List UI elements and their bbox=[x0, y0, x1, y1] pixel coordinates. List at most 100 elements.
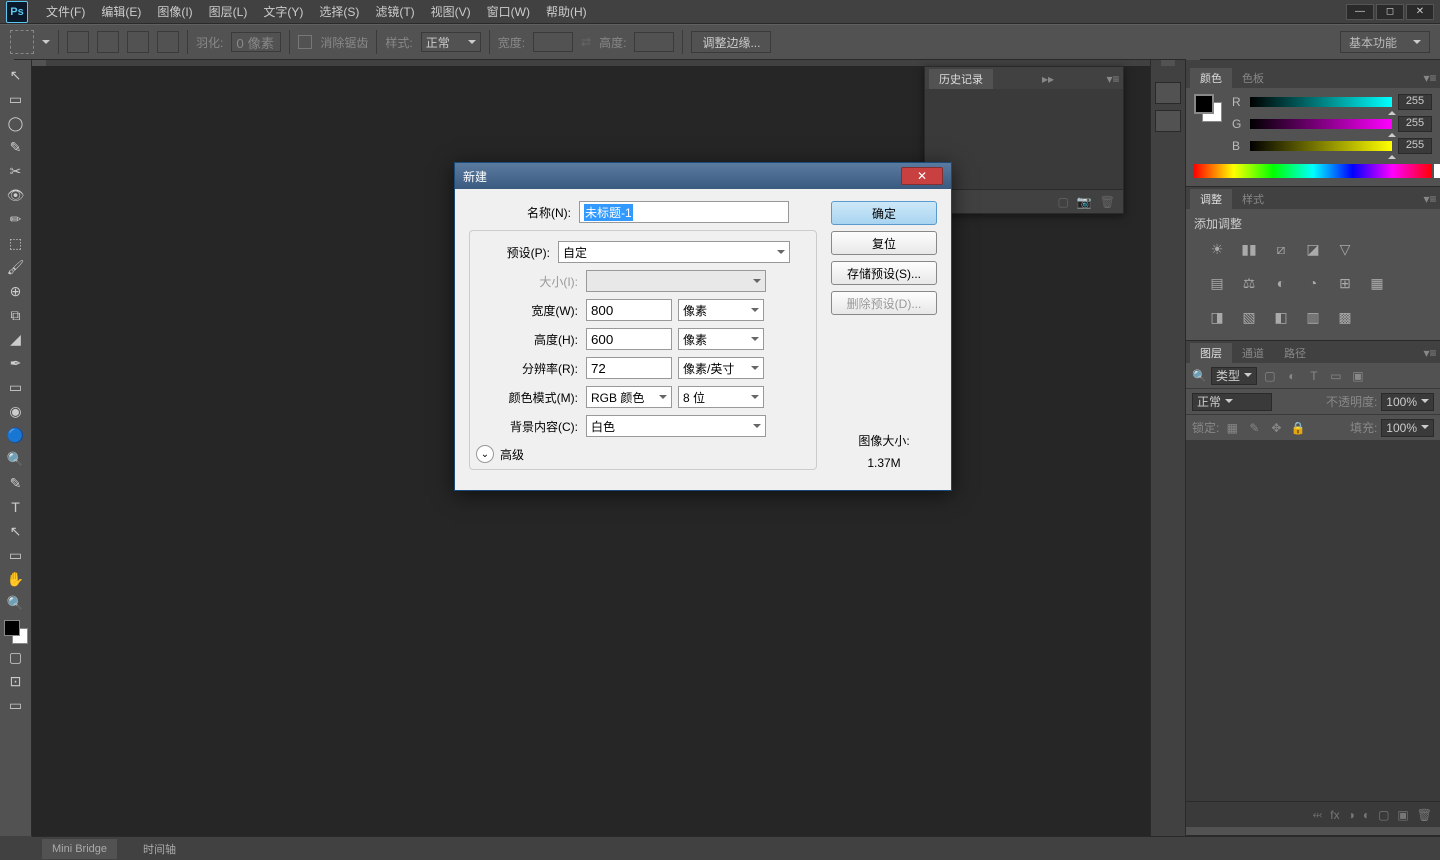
mode-button[interactable]: ⊡ bbox=[4, 670, 28, 692]
spectrum-bar[interactable] bbox=[1194, 164, 1432, 178]
mode-select[interactable]: RGB 颜色 bbox=[586, 386, 672, 408]
trash-icon[interactable]: 🗑 bbox=[1417, 808, 1432, 822]
exposure-icon[interactable]: ◪ bbox=[1302, 240, 1324, 258]
minibridge-tab[interactable]: Mini Bridge bbox=[42, 839, 117, 859]
ok-button[interactable]: 确定 bbox=[831, 201, 937, 225]
tool-button[interactable]: ▭ bbox=[4, 376, 28, 398]
expand-tab[interactable] bbox=[32, 60, 46, 66]
tool-button[interactable]: ◉ bbox=[4, 400, 28, 422]
close-button[interactable]: ✕ bbox=[1406, 4, 1434, 20]
opacity-input[interactable]: 100% bbox=[1381, 393, 1434, 411]
advanced-toggle[interactable]: ⌄ bbox=[476, 445, 494, 463]
vibrance-icon[interactable]: ▽ bbox=[1334, 240, 1356, 258]
menu-item[interactable]: 编辑(E) bbox=[93, 3, 149, 20]
style-select[interactable]: 正常 bbox=[421, 32, 481, 52]
r-slider[interactable] bbox=[1250, 97, 1392, 107]
menu-item[interactable]: 选择(S) bbox=[311, 3, 367, 20]
tool-button[interactable]: ✏ bbox=[4, 208, 28, 230]
expand-tab[interactable] bbox=[0, 54, 14, 60]
tab-color[interactable]: 颜色 bbox=[1190, 68, 1232, 88]
tool-button[interactable]: ◢ bbox=[4, 328, 28, 350]
tool-button[interactable]: 🔵 bbox=[4, 424, 28, 446]
timeline-tab[interactable]: 时间轴 bbox=[133, 839, 186, 859]
group-icon[interactable]: ▢ bbox=[1378, 808, 1389, 822]
collapse-icon[interactable]: ▸▸ bbox=[1038, 69, 1058, 89]
b-slider[interactable] bbox=[1250, 141, 1392, 151]
panel-menu-icon[interactable]: ▾≡ bbox=[1103, 69, 1123, 89]
tool-button[interactable]: 🔍 bbox=[4, 448, 28, 470]
b-value[interactable]: 255 bbox=[1398, 138, 1432, 154]
resolution-input[interactable] bbox=[586, 357, 672, 379]
dialog-titlebar[interactable]: 新建 ✕ bbox=[455, 163, 951, 189]
height-input[interactable] bbox=[586, 328, 672, 350]
panel-menu-icon[interactable]: ▾≡ bbox=[1420, 343, 1440, 363]
brightness-icon[interactable]: ☀ bbox=[1206, 240, 1228, 258]
expand-tab[interactable] bbox=[1186, 54, 1200, 60]
refine-edge-button[interactable]: 调整边缘... bbox=[691, 31, 771, 53]
add-selection-icon[interactable] bbox=[97, 31, 119, 53]
adjustment-layer-icon[interactable]: ◐ bbox=[1363, 808, 1370, 822]
levels-icon[interactable]: ▮▮ bbox=[1238, 240, 1260, 258]
preset-select[interactable]: 自定 bbox=[558, 241, 790, 263]
save-preset-button[interactable]: 存储预设(S)... bbox=[831, 261, 937, 285]
width-input[interactable] bbox=[586, 299, 672, 321]
tab-layers[interactable]: 图层 bbox=[1190, 343, 1232, 363]
menu-item[interactable]: 文字(Y) bbox=[255, 3, 311, 20]
new-layer-icon[interactable]: ▣ bbox=[1397, 808, 1408, 822]
bg-select[interactable]: 白色 bbox=[586, 415, 766, 437]
menu-item[interactable]: 图像(I) bbox=[149, 3, 200, 20]
tool-button[interactable]: 👁 bbox=[4, 184, 28, 206]
panel-menu-icon[interactable]: ▾≡ bbox=[1420, 189, 1440, 209]
tool-button[interactable]: 🖌 bbox=[4, 256, 28, 278]
tool-button[interactable]: ⬚ bbox=[4, 232, 28, 254]
menu-item[interactable]: 图层(L) bbox=[201, 3, 256, 20]
menu-item[interactable]: 滤镜(T) bbox=[367, 3, 422, 20]
tool-button[interactable]: ⧉ bbox=[4, 304, 28, 326]
menu-item[interactable]: 帮助(H) bbox=[538, 3, 595, 20]
tool-button[interactable]: ✎ bbox=[4, 472, 28, 494]
posterize-icon[interactable]: ▧ bbox=[1238, 308, 1260, 326]
reset-button[interactable]: 复位 bbox=[831, 231, 937, 255]
lock-pixels-icon[interactable]: ▦ bbox=[1223, 419, 1241, 437]
mode-button[interactable]: ▭ bbox=[4, 694, 28, 716]
expand-tab[interactable] bbox=[1161, 60, 1175, 66]
tab-paths[interactable]: 路径 bbox=[1274, 343, 1316, 363]
tool-button[interactable]: ⊕ bbox=[4, 280, 28, 302]
filter-type-icon[interactable]: T bbox=[1305, 367, 1323, 385]
depth-select[interactable]: 8 位 bbox=[678, 386, 764, 408]
tab-swatches[interactable]: 色板 bbox=[1232, 68, 1274, 88]
tool-button[interactable]: ↖ bbox=[4, 64, 28, 86]
photo-filter-icon[interactable]: ◔ bbox=[1302, 274, 1324, 292]
tool-button[interactable]: ✎ bbox=[4, 136, 28, 158]
hue-icon[interactable]: ▤ bbox=[1206, 274, 1228, 292]
lock-move-icon[interactable]: ✥ bbox=[1267, 419, 1285, 437]
fill-input[interactable]: 100% bbox=[1381, 419, 1434, 437]
r-value[interactable]: 255 bbox=[1398, 94, 1432, 110]
color-swatch[interactable] bbox=[1194, 94, 1222, 122]
invert-icon[interactable]: ◨ bbox=[1206, 308, 1228, 326]
menu-item[interactable]: 文件(F) bbox=[38, 3, 93, 20]
dialog-close-button[interactable]: ✕ bbox=[901, 167, 943, 185]
tool-button[interactable]: ✂ bbox=[4, 160, 28, 182]
tool-button[interactable]: ↖ bbox=[4, 520, 28, 542]
tool-button[interactable]: ▭ bbox=[4, 88, 28, 110]
name-input[interactable]: 未标题-1 bbox=[579, 201, 789, 223]
minimize-button[interactable]: — bbox=[1346, 4, 1374, 20]
tool-button[interactable]: ▭ bbox=[4, 544, 28, 566]
balance-icon[interactable]: ⚖ bbox=[1238, 274, 1260, 292]
resolution-unit-select[interactable]: 像素/英寸 bbox=[678, 357, 764, 379]
trash-icon[interactable]: 🗑 bbox=[1100, 195, 1115, 209]
workspace-select[interactable]: 基本功能 bbox=[1340, 31, 1430, 53]
mixer-icon[interactable]: ⊞ bbox=[1334, 274, 1356, 292]
filter-adjust-icon[interactable]: ◐ bbox=[1283, 367, 1301, 385]
tool-button[interactable]: ✋ bbox=[4, 568, 28, 590]
g-value[interactable]: 255 bbox=[1398, 116, 1432, 132]
tab-history[interactable]: 历史记录 bbox=[929, 69, 993, 89]
filter-pixel-icon[interactable]: ▢ bbox=[1261, 367, 1279, 385]
intersect-selection-icon[interactable] bbox=[157, 31, 179, 53]
menu-item[interactable]: 视图(V) bbox=[423, 3, 479, 20]
filter-type-select[interactable]: 类型 bbox=[1211, 367, 1257, 385]
tab-channels[interactable]: 通道 bbox=[1232, 343, 1274, 363]
tab-adjustments[interactable]: 调整 bbox=[1190, 189, 1232, 209]
lock-position-icon[interactable]: ✎ bbox=[1245, 419, 1263, 437]
